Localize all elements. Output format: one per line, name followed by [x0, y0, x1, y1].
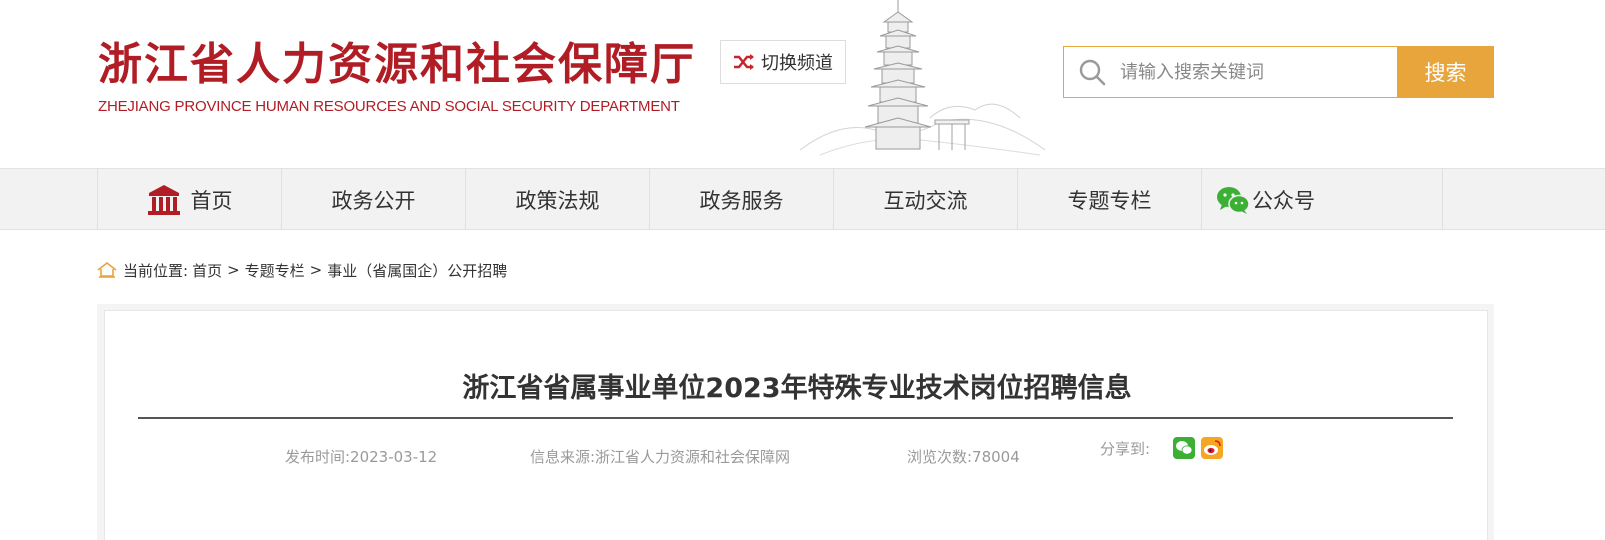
search-button[interactable]: 搜索 — [1397, 46, 1494, 98]
nav-item-policies[interactable]: 政策法规 — [466, 169, 650, 230]
article-title: 浙江省省属事业单位2023年特殊专业技术岗位招聘信息 — [462, 373, 1132, 404]
view-count: 浏览次数:78004 — [907, 448, 1020, 466]
site-header: 浙江省人力资源和社会保障厅 ZHEJIANG PROVINCE HUMAN RE… — [0, 0, 1605, 168]
breadcrumb-link-special-topics[interactable]: 专题专栏 — [245, 260, 305, 281]
nav-item-home[interactable]: 首页 — [98, 169, 282, 230]
nav-item-special-topics[interactable]: 专题专栏 — [1018, 169, 1202, 230]
breadcrumb-separator: > — [227, 261, 240, 279]
breadcrumb-link-current[interactable]: 事业（省属国企）公开招聘 — [327, 260, 507, 281]
breadcrumb-separator: > — [309, 261, 323, 279]
share-weibo-icon[interactable] — [1201, 437, 1223, 459]
main-nav-items: 首页 政务公开 政策法规 政务服务 互动交流 专题专栏 公众号 — [97, 169, 1443, 230]
search-icon — [1064, 47, 1120, 97]
site-logo-en[interactable]: ZHEJIANG PROVINCE HUMAN RESOURCES AND SO… — [98, 98, 680, 115]
pagoda-illustration — [799, 0, 1046, 156]
publish-time: 发布时间:2023-03-12 — [285, 448, 438, 466]
search-input[interactable] — [1120, 48, 1397, 96]
nav-item-government-affairs[interactable]: 政务公开 — [282, 169, 466, 230]
site-logo-cn[interactable]: 浙江省人力资源和社会保障厅 — [98, 28, 696, 92]
article-panel: 浙江省省属事业单位2023年特殊专业技术岗位招聘信息 发布时间:2023-03-… — [104, 310, 1488, 540]
info-source: 信息来源:浙江省人力资源和社会保障网 — [530, 448, 791, 466]
home-building-icon — [147, 184, 180, 215]
search-box — [1063, 46, 1398, 98]
main-nav: 首页 政务公开 政策法规 政务服务 互动交流 专题专栏 公众号 — [0, 168, 1605, 230]
nav-item-official-account[interactable]: 公众号 — [1202, 169, 1443, 230]
breadcrumb: 当前位置: 首页 > 专题专栏 > 事业（省属国企）公开招聘 — [97, 258, 507, 282]
nav-item-official-account-label: 公众号 — [1252, 188, 1315, 213]
share-wechat-icon[interactable] — [1173, 437, 1195, 459]
wechat-icon — [1217, 186, 1250, 214]
title-divider — [138, 417, 1453, 419]
breadcrumb-link-home[interactable]: 首页 — [192, 260, 222, 281]
nav-item-services[interactable]: 政务服务 — [650, 169, 834, 230]
shuffle-icon — [734, 54, 754, 70]
share-label: 分享到: — [1100, 440, 1151, 458]
location-home-icon — [97, 262, 117, 278]
breadcrumb-prefix: 当前位置: — [123, 261, 189, 280]
nav-item-home-label: 首页 — [190, 188, 233, 213]
nav-item-interaction[interactable]: 互动交流 — [834, 169, 1018, 230]
